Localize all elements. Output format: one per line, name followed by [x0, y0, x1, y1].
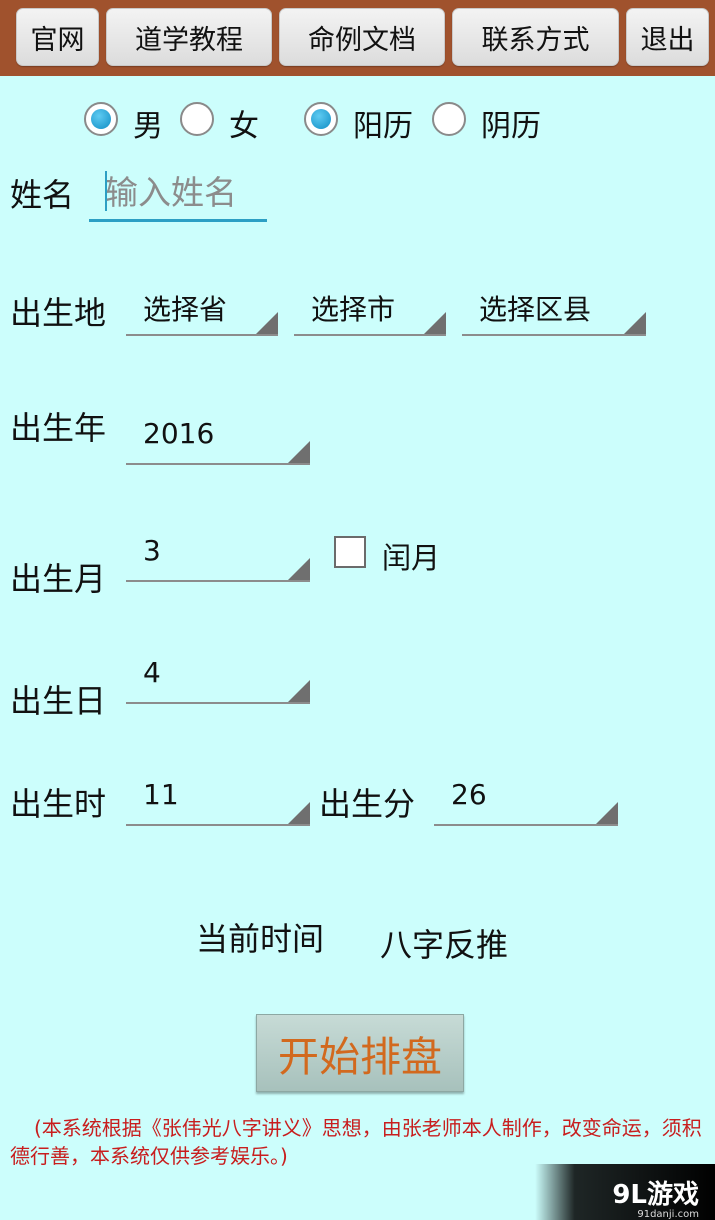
dropdown-arrow-icon [424, 312, 446, 334]
site-watermark: 9L游戏 91danji.com [535, 1164, 715, 1220]
day-label: 出生日 [10, 682, 107, 720]
minute-select[interactable]: 26 [434, 770, 618, 826]
leap-month-checkbox[interactable] [334, 536, 366, 568]
city-select-value: 选择市 [311, 293, 396, 326]
lunar-calendar-radio[interactable] [432, 102, 466, 136]
province-select[interactable]: 选择省 [126, 280, 278, 336]
city-select[interactable]: 选择市 [294, 280, 446, 336]
month-label: 出生月 [10, 560, 107, 598]
exit-button[interactable]: 退出 [626, 8, 709, 66]
male-radio[interactable] [84, 102, 118, 136]
lunar-calendar-label: 阴历 [481, 109, 541, 144]
hour-label: 出生时 [10, 785, 107, 823]
county-select[interactable]: 选择区县 [462, 280, 646, 336]
county-select-value: 选择区县 [479, 293, 592, 326]
dropdown-arrow-icon [288, 802, 310, 824]
solar-calendar-radio[interactable] [304, 102, 338, 136]
hour-select[interactable]: 11 [126, 770, 310, 826]
top-toolbar: 官网 道学教程 命例文档 联系方式 退出 [0, 0, 715, 76]
dropdown-arrow-icon [288, 680, 310, 702]
province-select-value: 选择省 [143, 293, 228, 326]
male-label: 男 [133, 109, 163, 144]
contact-button[interactable]: 联系方式 [452, 8, 619, 66]
solar-calendar-label: 阳历 [353, 109, 413, 144]
minute-select-value: 26 [451, 778, 487, 811]
tutorial-button[interactable]: 道学教程 [106, 8, 272, 66]
name-label: 姓名 [10, 176, 75, 214]
birthplace-label: 出生地 [10, 294, 107, 332]
month-select[interactable]: 3 [126, 526, 310, 582]
female-label: 女 [229, 109, 259, 144]
dropdown-arrow-icon [288, 441, 310, 463]
minute-label: 出生分 [319, 785, 416, 823]
dropdown-arrow-icon [624, 312, 646, 334]
current-time-button[interactable]: 当前时间 [196, 914, 324, 960]
dropdown-arrow-icon [256, 312, 278, 334]
dropdown-arrow-icon [596, 802, 618, 824]
year-select-value: 2016 [143, 417, 215, 450]
female-radio[interactable] [180, 102, 214, 136]
official-site-button[interactable]: 官网 [16, 8, 99, 66]
bazi-reverse-button[interactable]: 八字反推 [380, 920, 508, 966]
day-select[interactable]: 4 [126, 648, 310, 704]
name-input[interactable] [89, 165, 267, 222]
year-label: 出生年 [10, 409, 107, 447]
text-caret [105, 171, 107, 211]
case-docs-button[interactable]: 命例文档 [279, 8, 445, 66]
dropdown-arrow-icon [288, 558, 310, 580]
hour-select-value: 11 [143, 778, 179, 811]
watermark-logo: 9L游戏 [612, 1180, 699, 1210]
day-select-value: 4 [143, 656, 161, 689]
start-chart-button[interactable]: 开始排盘 [256, 1014, 464, 1092]
disclaimer-note: (本系统根据《张伟光八字讲义》思想，由张老师本人制作，改变命运，须积德行善，本系… [10, 1116, 702, 1168]
leap-month-label: 闰月 [382, 541, 441, 575]
watermark-url: 91danji.com [637, 1209, 699, 1220]
month-select-value: 3 [143, 534, 161, 567]
year-select[interactable]: 2016 [126, 409, 310, 465]
